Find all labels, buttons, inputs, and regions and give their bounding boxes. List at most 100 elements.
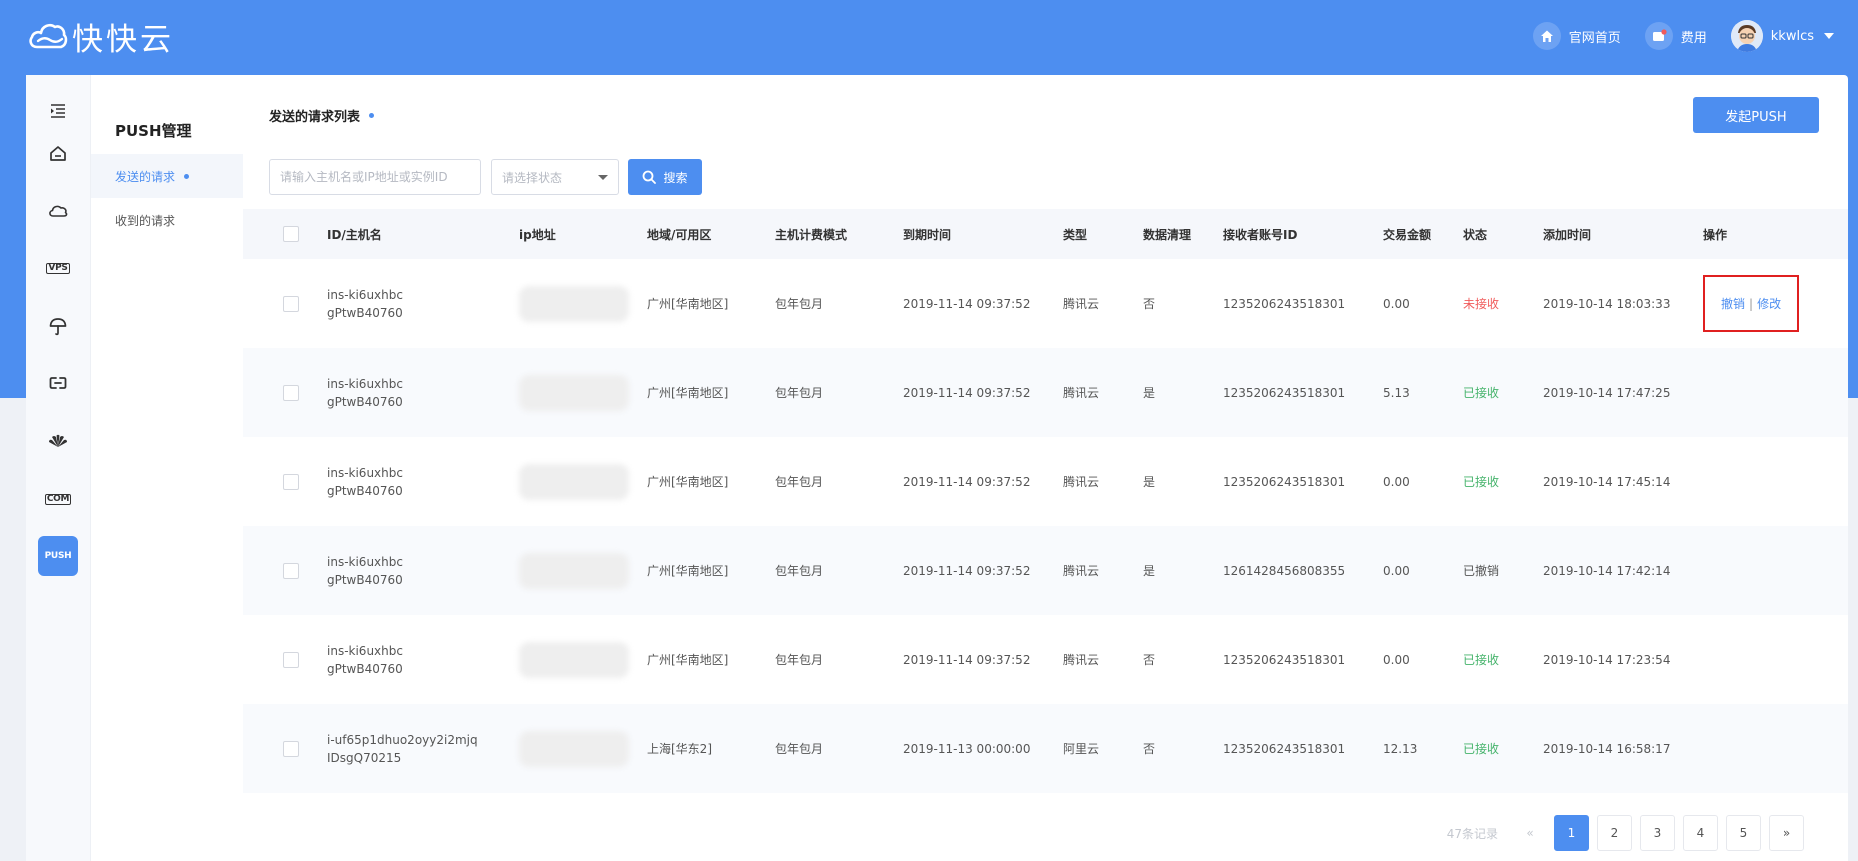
- page-title: 发送的请求列表: [269, 106, 375, 125]
- row-checkbox[interactable]: [283, 295, 299, 312]
- push-icon[interactable]: PUSH: [38, 536, 78, 576]
- edit-link[interactable]: 修改: [1757, 295, 1781, 312]
- title-dot: [369, 113, 375, 118]
- search-input[interactable]: [269, 159, 481, 195]
- table-row: ins-ki6uxhbc gPtwB40760 广州[华南地区] 包年包月 201…: [243, 526, 1848, 615]
- submenu-item-received-requests[interactable]: 收到的请求: [91, 198, 243, 242]
- chevron-down-icon: [1824, 33, 1834, 39]
- chevron-down-icon: [598, 174, 608, 180]
- prev-page-button[interactable]: «: [1520, 826, 1540, 840]
- umbrella-icon[interactable]: [38, 306, 78, 346]
- com-icon[interactable]: COM: [38, 479, 78, 519]
- row-checkbox[interactable]: [283, 473, 299, 490]
- push-submenu: PUSH管理 发送的请求 收到的请求: [91, 75, 243, 861]
- amount: 0.00: [1383, 259, 1463, 348]
- region: 上海[华东2]: [647, 704, 775, 793]
- create-push-button[interactable]: 发起PUSH: [1693, 97, 1819, 133]
- page-button-3[interactable]: 3: [1640, 815, 1675, 851]
- region: 广州[华南地区]: [647, 526, 775, 615]
- huawei-icon[interactable]: [38, 421, 78, 461]
- billing-mode: 包年包月: [775, 704, 903, 793]
- status-select-placeholder: 请选择状态: [502, 170, 563, 185]
- table-row: ins-ki6uxhbc gPtwB40760 广州[华南地区] 包年包月 201…: [243, 348, 1848, 437]
- page-button-5[interactable]: 5: [1726, 815, 1761, 851]
- official-home-link[interactable]: 官网首页: [1532, 22, 1621, 50]
- search-icon: [643, 170, 657, 184]
- fee-link[interactable]: 费用: [1644, 22, 1707, 50]
- username: kkwlcs: [1770, 28, 1814, 44]
- table-row: ins-ki6uxhbc gPtwB40760 广州[华南地区] 包年包月 201…: [243, 259, 1848, 348]
- host-name: gPtwB40760: [327, 483, 403, 498]
- total-records: 47条记录: [1446, 826, 1498, 841]
- billing-mode: 包年包月: [775, 615, 903, 704]
- amount: 0.00: [1383, 526, 1463, 615]
- data-clean: 否: [1143, 615, 1223, 704]
- col-header: 状态: [1463, 209, 1543, 259]
- cancel-link[interactable]: 撤销: [1721, 295, 1745, 312]
- page-button-1[interactable]: 1: [1554, 815, 1589, 851]
- instance-id: ins-ki6uxhbc: [327, 287, 403, 302]
- official-home-label: 官网首页: [1568, 30, 1621, 46]
- avatar: [1730, 20, 1763, 52]
- cloud-icon[interactable]: [38, 191, 78, 231]
- status-badge: 已接收: [1463, 348, 1543, 437]
- requests-table: ID/主机名 ip地址 地域/可用区 主机计费模式 到期时间 类型 数据清理 接…: [243, 209, 1848, 793]
- select-all-checkbox[interactable]: [283, 226, 299, 242]
- ip-address-redacted: [519, 374, 629, 411]
- active-dot: [184, 173, 190, 179]
- col-header: 类型: [1063, 209, 1143, 259]
- added-time: 2019-10-14 17:47:25: [1543, 348, 1703, 437]
- cloud-type: 腾讯云: [1063, 437, 1143, 526]
- row-checkbox[interactable]: [283, 562, 299, 579]
- data-clean: 否: [1143, 704, 1223, 793]
- link-icon[interactable]: [38, 363, 78, 403]
- cloud-type: 阿里云: [1063, 704, 1143, 793]
- cloud-type: 腾讯云: [1063, 348, 1143, 437]
- status-select[interactable]: 请选择状态: [491, 159, 619, 195]
- billing-mode: 包年包月: [775, 437, 903, 526]
- expire-time: 2019-11-13 00:00:00: [903, 704, 1063, 793]
- expire-time: 2019-11-14 09:37:52: [903, 348, 1063, 437]
- row-checkbox[interactable]: [283, 740, 299, 757]
- submenu-item-sent-requests[interactable]: 发送的请求: [91, 154, 243, 198]
- row-checkbox[interactable]: [283, 651, 299, 668]
- search-button-label: 搜索: [663, 170, 688, 185]
- instance-id: ins-ki6uxhbc: [327, 643, 403, 658]
- col-header: 接收者账号ID: [1223, 209, 1383, 259]
- ip-address-redacted: [519, 285, 629, 322]
- page-button-4[interactable]: 4: [1683, 815, 1718, 851]
- page-button-2[interactable]: 2: [1597, 815, 1632, 851]
- table-row: ins-ki6uxhbc gPtwB40760 广州[华南地区] 包年包月 201…: [243, 437, 1848, 526]
- region: 广州[华南地区]: [647, 615, 775, 704]
- table-header-row: ID/主机名 ip地址 地域/可用区 主机计费模式 到期时间 类型 数据清理 接…: [243, 209, 1848, 259]
- brand-logo[interactable]: 快快云: [28, 14, 174, 59]
- amount: 5.13: [1383, 348, 1463, 437]
- next-page-button[interactable]: »: [1769, 815, 1804, 851]
- host-name: gPtwB40760: [327, 394, 403, 409]
- instance-id: ins-ki6uxhbc: [327, 554, 403, 569]
- added-time: 2019-10-14 18:03:33: [1543, 259, 1703, 348]
- expire-time: 2019-11-14 09:37:52: [903, 437, 1063, 526]
- billing-mode: 包年包月: [775, 259, 903, 348]
- host-name: IDsgQ70215: [327, 750, 402, 765]
- ip-address-redacted: [519, 730, 629, 767]
- menu-toggle-icon[interactable]: [38, 91, 78, 131]
- amount: 0.00: [1383, 615, 1463, 704]
- receiver-id: 1235206243518301: [1223, 348, 1383, 437]
- row-checkbox[interactable]: [283, 384, 299, 401]
- receiver-id: 1235206243518301: [1223, 704, 1383, 793]
- cloud-type: 腾讯云: [1063, 526, 1143, 615]
- col-header: 数据清理: [1143, 209, 1223, 259]
- home-icon[interactable]: [38, 133, 78, 173]
- row-actions: 撤销 | 修改: [1703, 275, 1800, 332]
- host-name: gPtwB40760: [327, 661, 403, 676]
- icon-sidebar: VPS COM PUSH: [26, 75, 91, 861]
- ip-address-redacted: [519, 552, 629, 589]
- col-header: 地域/可用区: [647, 209, 775, 259]
- vps-icon[interactable]: VPS: [38, 248, 78, 288]
- added-time: 2019-10-14 17:42:14: [1543, 526, 1703, 615]
- user-menu[interactable]: kkwlcs: [1730, 20, 1834, 52]
- search-button[interactable]: 搜索: [628, 159, 702, 195]
- home-icon: [1532, 22, 1561, 50]
- region: 广州[华南地区]: [647, 348, 775, 437]
